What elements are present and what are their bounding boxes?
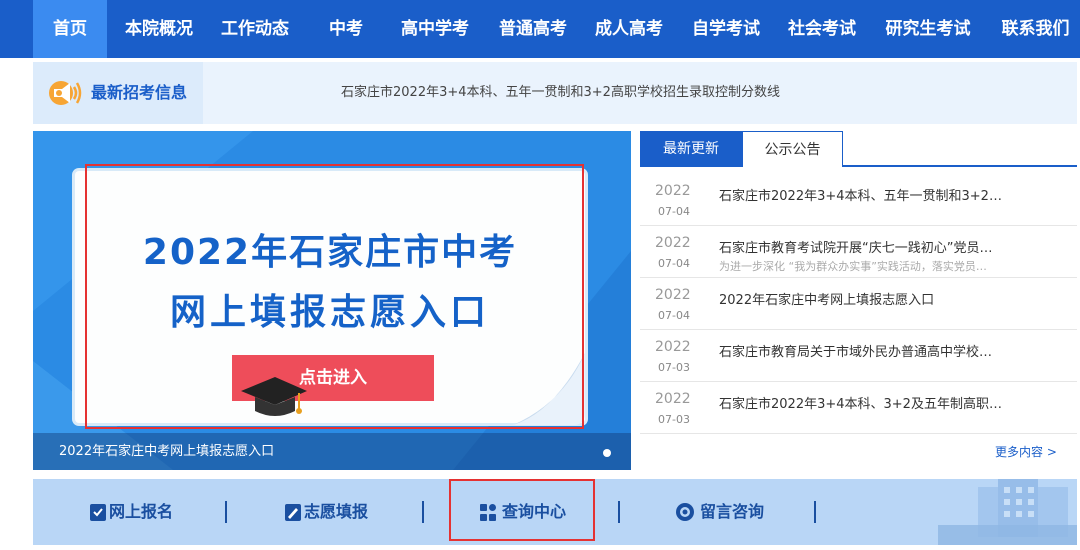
more-content-link[interactable]: 更多内容 > (995, 443, 1057, 460)
news-date: 07-03 (658, 361, 690, 374)
separator (618, 501, 620, 523)
quick-link-application[interactable]: 志愿填报 (304, 479, 368, 545)
news-title[interactable]: 石家庄市教育考试院开展“庆七一践初心”党员… (719, 237, 1014, 256)
news-tabs: 最新更新 公示公告 (640, 131, 1077, 167)
ticker-label-box: 最新招考信息 (33, 62, 203, 124)
news-date: 07-04 (658, 205, 690, 218)
highlight-frame-query (449, 479, 595, 541)
edit-form-icon (285, 504, 301, 521)
separator (422, 501, 424, 523)
news-year: 2022 (655, 391, 691, 407)
nav-home[interactable]: 首页 (33, 0, 107, 58)
news-date: 07-04 (658, 309, 690, 322)
nav-gaokao[interactable]: 普通高考 (488, 0, 578, 58)
nav-graduate-exam[interactable]: 研究生考试 (872, 0, 984, 58)
megaphone-icon (49, 81, 82, 105)
news-year: 2022 (655, 235, 691, 251)
news-title[interactable]: 2022年石家庄中考网上填报志愿入口 (719, 289, 1014, 308)
news-item[interactable]: 2022 07-04 2022年石家庄中考网上填报志愿入口 (640, 278, 1077, 330)
quick-link-registration[interactable]: 网上报名 (109, 479, 173, 545)
nav-zhongkao[interactable]: 中考 (310, 0, 382, 58)
quick-link-consult[interactable]: 留言咨询 (700, 479, 764, 545)
news-date: 07-04 (658, 257, 690, 270)
separator (814, 501, 816, 523)
ticker-headline-link[interactable]: 石家庄市2022年3+4本科、五年一贯制和3+2高职学校招生录取控制分数线 (341, 62, 780, 124)
news-year: 2022 (655, 183, 691, 199)
highlight-frame-banner (85, 164, 584, 429)
nav-xuekao[interactable]: 高中学考 (390, 0, 480, 58)
main-nav: 首页 本院概况 工作动态 中考 高中学考 普通高考 成人高考 自学考试 社会考试… (0, 0, 1080, 58)
separator (225, 501, 227, 523)
ticker-title: 最新招考信息 (91, 83, 188, 102)
nav-about[interactable]: 本院概况 (114, 0, 204, 58)
news-date: 07-03 (658, 413, 690, 426)
nav-social-exam[interactable]: 社会考试 (777, 0, 867, 58)
news-title[interactable]: 石家庄市2022年3+4本科、五年一贯制和3+2… (719, 185, 1014, 204)
news-item[interactable]: 2022 07-04 石家庄市教育考试院开展“庆七一践初心”党员… 为进一步深化… (640, 226, 1077, 278)
nav-adult-exam[interactable]: 成人高考 (584, 0, 674, 58)
news-item[interactable]: 2022 07-04 石家庄市2022年3+4本科、五年一贯制和3+2… (640, 174, 1077, 226)
news-year: 2022 (655, 339, 691, 355)
nav-work-news[interactable]: 工作动态 (210, 0, 300, 58)
news-panel: 最新更新 公示公告 2022 07-04 石家庄市2022年3+4本科、五年一贯… (640, 131, 1077, 470)
banner-caption-bar: 2022年石家庄中考网上填报志愿入口 (33, 433, 631, 470)
message-icon (676, 503, 694, 521)
carousel-dot[interactable] (603, 449, 611, 457)
news-item[interactable]: 2022 07-03 石家庄市2022年3+4本科、3+2及五年制高职… (640, 382, 1077, 434)
banner-caption[interactable]: 2022年石家庄中考网上填报志愿入口 (59, 433, 274, 470)
nav-self-study[interactable]: 自学考试 (681, 0, 771, 58)
news-ticker: 最新招考信息 石家庄市2022年3+4本科、五年一贯制和3+2高职学校招生录取控… (33, 62, 1077, 124)
news-summary: 为进一步深化 “我为群众办实事”实践活动，落实党员… (719, 260, 987, 273)
news-title[interactable]: 石家庄市教育局关于市域外民办普通高中学校… (719, 341, 1014, 360)
tab-latest-updates[interactable]: 最新更新 (640, 131, 742, 167)
building-decoration (938, 479, 1077, 545)
nav-contact[interactable]: 联系我们 (991, 0, 1080, 58)
tab-announcements[interactable]: 公示公告 (742, 131, 843, 167)
registration-icon (90, 504, 106, 521)
news-title[interactable]: 石家庄市2022年3+4本科、3+2及五年制高职… (719, 393, 1014, 412)
news-item[interactable]: 2022 07-03 石家庄市教育局关于市域外民办普通高中学校… (640, 330, 1077, 382)
news-year: 2022 (655, 287, 691, 303)
